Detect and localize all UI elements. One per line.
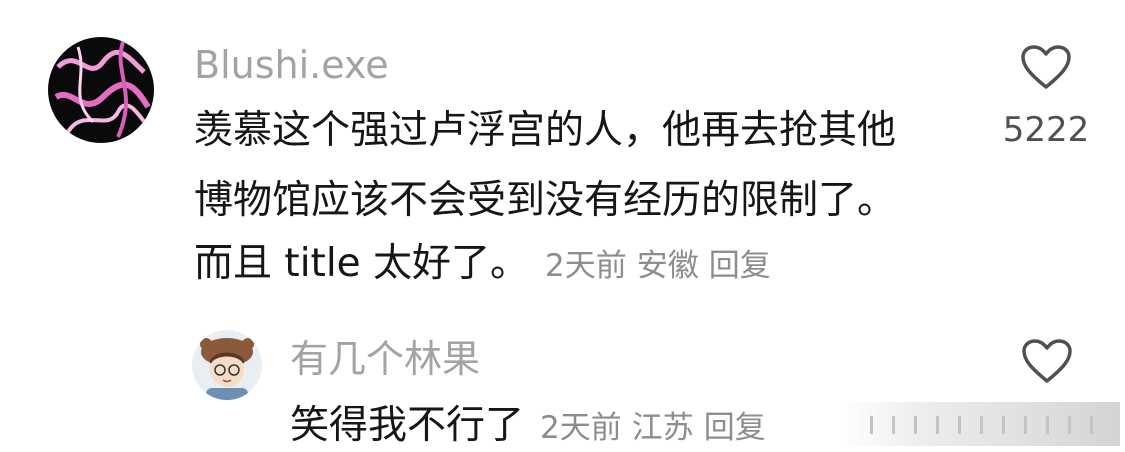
cartoon-avatar-icon	[192, 330, 262, 400]
comment-username[interactable]: Blushi.exe	[194, 42, 389, 88]
comment-text: 而且 title 太好了。	[194, 241, 530, 286]
like-count: 5222	[1002, 110, 1090, 150]
like-button[interactable]	[1020, 44, 1072, 90]
comment-text: 笑得我不行了	[290, 403, 525, 448]
comment-time: 2天前	[545, 248, 627, 284]
comment-text-line-with-meta: 笑得我不行了 2天前 江苏 回复	[290, 402, 776, 452]
heart-icon	[1021, 45, 1071, 89]
neon-avatar-icon	[48, 37, 154, 143]
comment-text-line: 羡慕这个强过卢浮宫的人，他再去抢其他	[194, 108, 897, 153]
reply-button[interactable]: 回复	[709, 248, 771, 284]
user-avatar[interactable]	[48, 37, 154, 143]
comment-username[interactable]: 有几个林果	[290, 336, 480, 382]
like-button[interactable]	[1021, 338, 1073, 384]
user-avatar[interactable]	[192, 330, 262, 400]
watermark-overlay	[840, 402, 1120, 446]
reply-button[interactable]: 回复	[704, 410, 766, 446]
comment-text-line: 博物馆应该不会受到没有经历的限制了。	[194, 178, 897, 223]
comment-location: 安徽	[636, 248, 699, 284]
heart-icon	[1022, 339, 1072, 383]
comment-time: 2天前	[540, 410, 622, 446]
comment-meta: 2天前 安徽 回复	[545, 248, 781, 284]
comment-meta: 2天前 江苏 回复	[540, 410, 776, 446]
comment-text-line-with-meta: 而且 title 太好了。 2天前 安徽 回复	[194, 240, 781, 290]
comment-location: 江苏	[631, 410, 694, 446]
